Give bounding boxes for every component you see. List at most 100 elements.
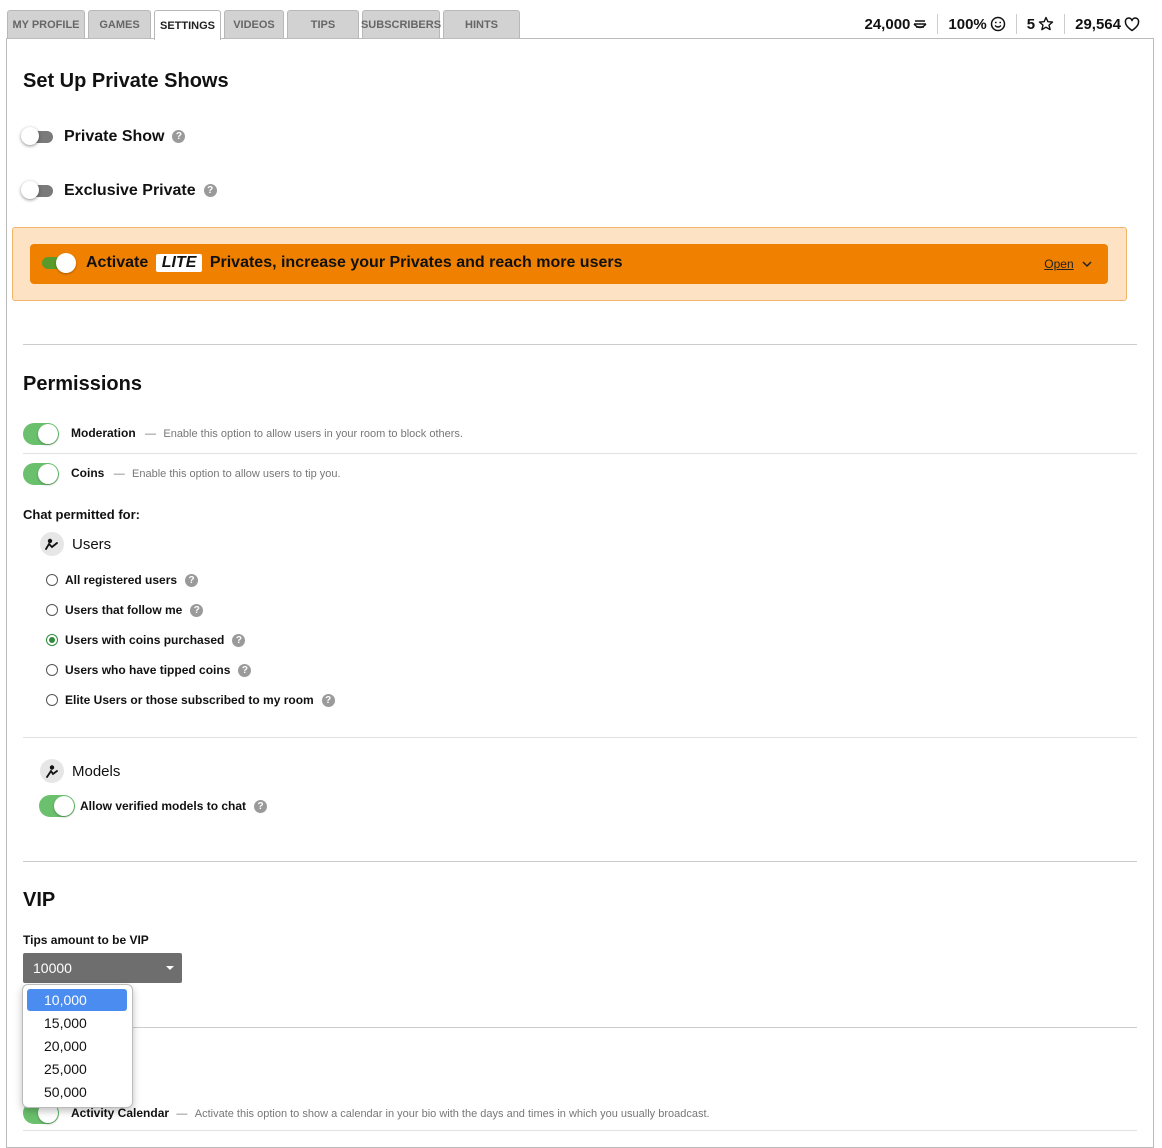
tab-games[interactable]: GAMES xyxy=(88,10,151,38)
coins-value: 24,000 xyxy=(864,15,911,33)
toggle-knob xyxy=(38,424,58,444)
coins-stat: 24,000 xyxy=(855,14,938,34)
allow-models-label: Allow verified models to chat xyxy=(80,799,247,813)
radio-all-registered[interactable]: All registered users? xyxy=(46,573,199,587)
help-icon[interactable]: ? xyxy=(321,693,335,707)
chat-permitted-label: Chat permitted for: xyxy=(23,507,140,522)
radio-follow-me[interactable]: Users that follow me? xyxy=(46,603,204,617)
stars-stat: 5 xyxy=(1015,14,1064,34)
radio-coins-purchased[interactable]: Users with coins purchased? xyxy=(46,633,246,647)
lite-privates-bar[interactable]: Activate LITE Privates, increase your Pr… xyxy=(30,244,1108,284)
rating-stat: 100% xyxy=(937,14,1015,34)
dash: — xyxy=(176,1108,188,1120)
activity-calendar-row: Activity Calendar — Activate this option… xyxy=(71,1106,710,1120)
vip-amount-select[interactable]: 10000 xyxy=(23,953,182,983)
private-shows-title: Set Up Private Shows xyxy=(23,70,229,92)
coins-toggle[interactable] xyxy=(23,463,59,485)
star-icon xyxy=(1038,16,1054,31)
models-group-label: Models xyxy=(40,759,120,783)
exclusive-private-text: Exclusive Private xyxy=(64,182,196,199)
vip-tips-label-row: Tips amount to be VIP xyxy=(23,933,149,947)
moderation-toggle[interactable] xyxy=(23,423,59,445)
help-icon[interactable]: ? xyxy=(203,184,217,198)
section-divider xyxy=(23,344,1137,345)
radio-tipped-coins[interactable]: Users who have tipped coins? xyxy=(46,663,252,677)
radio-circle xyxy=(46,694,58,706)
radio-circle-selected xyxy=(46,634,58,646)
tab-subscribers[interactable]: SUBSCRIBERS xyxy=(361,10,441,38)
tab-hints[interactable]: HINTS xyxy=(443,10,520,38)
moderation-title: Moderation xyxy=(71,426,136,440)
radio-elite-subscribed[interactable]: Elite Users or those subscribed to my ro… xyxy=(46,693,335,707)
help-icon[interactable]: ? xyxy=(172,130,186,144)
lite-privates-text: Activate LITE Privates, increase your Pr… xyxy=(86,254,623,272)
section-divider xyxy=(23,861,1137,862)
likes-value: 29,564 xyxy=(1075,15,1121,33)
toggle-knob xyxy=(21,181,39,199)
radio-label: Users who have tipped coins xyxy=(65,663,231,677)
lite-badge: LITE xyxy=(155,254,203,272)
help-icon[interactable]: ? xyxy=(232,633,246,647)
vip-title: VIP xyxy=(23,889,56,911)
radio-label: Users that follow me xyxy=(65,603,183,617)
private-show-label: Private Show? xyxy=(64,128,186,146)
coins-row: Coins — Enable this option to allow user… xyxy=(71,466,341,480)
radio-label: Elite Users or those subscribed to my ro… xyxy=(65,693,314,707)
allow-models-toggle[interactable] xyxy=(39,795,75,817)
lite-open-text: Open xyxy=(1044,257,1074,271)
dash: — xyxy=(113,468,125,480)
help-icon[interactable]: ? xyxy=(254,800,268,814)
rating-value: 100% xyxy=(948,15,987,33)
radio-circle xyxy=(46,664,58,676)
smiley-icon xyxy=(990,16,1006,32)
vip-option[interactable]: 20,000 xyxy=(27,1035,127,1057)
vip-option[interactable]: 50,000 xyxy=(27,1081,127,1103)
vip-option[interactable]: 15,000 xyxy=(27,1012,127,1034)
tab-my-profile[interactable]: MY PROFILE xyxy=(7,10,85,38)
private-show-text: Private Show xyxy=(64,128,165,145)
vip-option[interactable]: 25,000 xyxy=(27,1058,127,1080)
moderation-row: Moderation — Enable this option to allow… xyxy=(71,426,463,440)
section-divider xyxy=(130,1027,1137,1028)
lite-prefix: Activate xyxy=(86,254,149,271)
toggle-knob xyxy=(38,464,58,484)
users-group-label: Users xyxy=(40,532,111,556)
likes-stat: 29,564 xyxy=(1064,14,1150,34)
exclusive-private-toggle[interactable] xyxy=(21,180,57,202)
radio-label: All registered users xyxy=(65,573,178,587)
coins-icon xyxy=(913,20,927,29)
tab-tips[interactable]: TIPS xyxy=(287,10,359,38)
caret-down-icon xyxy=(166,966,174,970)
models-label-text: Models xyxy=(72,762,121,780)
toggle-knob xyxy=(54,796,74,816)
coins-title: Coins xyxy=(71,466,105,480)
lite-open-link[interactable]: Open xyxy=(1044,257,1092,271)
dash: — xyxy=(145,428,157,440)
row-divider xyxy=(23,737,1137,738)
private-show-toggle[interactable] xyxy=(21,126,57,148)
vip-amount-dropdown: 10,000 15,000 20,000 25,000 50,000 xyxy=(22,984,133,1108)
activity-calendar-title: Activity Calendar xyxy=(71,1106,170,1120)
help-icon[interactable]: ? xyxy=(190,603,204,617)
help-icon[interactable]: ? xyxy=(185,573,199,587)
chevron-down-icon xyxy=(1082,261,1092,268)
vip-option[interactable]: 10,000 xyxy=(27,989,127,1011)
lite-privates-toggle[interactable] xyxy=(42,253,76,273)
help-icon[interactable]: ? xyxy=(238,663,252,677)
lite-privates-box: Activate LITE Privates, increase your Pr… xyxy=(12,227,1127,301)
radio-circle xyxy=(46,604,58,616)
tab-settings[interactable]: SETTINGS xyxy=(154,10,221,40)
exclusive-private-label: Exclusive Private? xyxy=(64,182,217,200)
lite-suffix: Privates, increase your Privates and rea… xyxy=(209,254,623,271)
tab-videos[interactable]: VIDEOS xyxy=(224,10,284,38)
users-icon xyxy=(40,532,64,556)
allow-models-row: Allow verified models to chat? xyxy=(80,799,268,814)
models-icon xyxy=(40,759,64,783)
row-divider xyxy=(23,453,1137,454)
row-divider xyxy=(23,1130,1137,1131)
toggle-knob xyxy=(56,253,76,273)
coins-desc: Enable this option to allow users to tip… xyxy=(132,468,341,480)
radio-label: Users with coins purchased xyxy=(65,633,225,647)
vip-select-value: 10000 xyxy=(33,960,72,976)
stats-bar: 24,000 100% 5 29,564 xyxy=(855,14,1151,34)
